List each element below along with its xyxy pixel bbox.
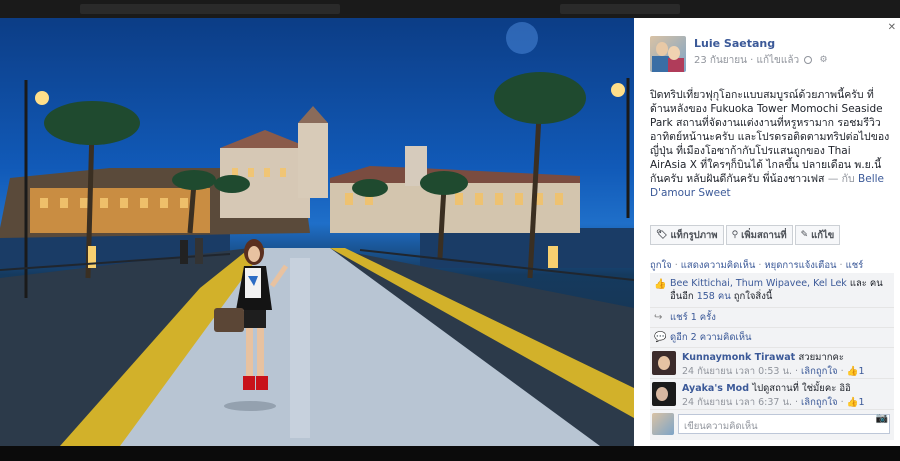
background-page-bar <box>80 4 340 14</box>
link-separator: · <box>836 260 846 271</box>
unlike-comment-link[interactable]: เลิกถูกใจ <box>801 366 838 377</box>
view-more-comments[interactable]: ดูอีก 2 ความคิดเห็น <box>670 332 752 343</box>
post-side-panel: ✕ Luie Saetang 23 กันยายน · แก้ไขแล้ว ⚙ … <box>634 18 900 446</box>
post-meta: 23 กันยายน · แก้ไขแล้ว ⚙ <box>694 53 828 68</box>
author-avatar[interactable] <box>650 36 686 72</box>
likes-summary: 👍 Bee Kittichai, Thum Wipavee, Kel Lek แ… <box>650 273 894 308</box>
comment-like-count[interactable]: 1 <box>858 397 864 408</box>
top-overlay-strip <box>0 0 900 18</box>
commenter-name: Kunnaymonk Tirawat สวยมากคะ <box>682 350 844 365</box>
commenter-avatar[interactable] <box>652 351 676 375</box>
feedback-box: 👍 Bee Kittichai, Thum Wipavee, Kel Lek แ… <box>650 273 894 440</box>
feedback-links: ถูกใจ · แสดงความคิดเห็น · หยุดการแจ้งเตื… <box>650 258 863 273</box>
viewer-avatar <box>652 413 674 435</box>
caption-with-label: — กับ <box>827 173 855 185</box>
comment-like-thumb-icon: 👍 <box>846 397 859 408</box>
background-page-bar <box>560 4 680 14</box>
photo-actions: 🏷 แท็กรูปภาพ ⚲ เพิ่มสถานที่ ✎ แก้ไข <box>650 225 842 245</box>
share-link[interactable]: แชร์ <box>846 260 864 271</box>
bottom-overlay-strip <box>0 446 900 461</box>
likes-count-link[interactable]: 158 คน <box>697 291 731 302</box>
comment-link[interactable]: แสดงความคิดเห็น <box>681 260 756 271</box>
comment-like-count[interactable]: 1 <box>858 366 864 377</box>
comment-input[interactable]: เขียนความคิดเห็น <box>678 414 890 434</box>
clock-icon <box>804 56 813 64</box>
commenter-name: Ayaka's Mod ไปดูสถานที่ ใช่มั้ยคะ อิอิ <box>682 381 851 396</box>
thumbs-up-icon: 👍 <box>654 279 667 290</box>
comment-like-thumb-icon: 👍 <box>846 366 859 377</box>
tag-photo-label: แท็กรูปภาพ <box>670 229 718 241</box>
caption-text: ปิดทริปเที่ยวฟุกุโอกะแบบสมบูรณ์ด้วยภาพนี… <box>650 89 890 185</box>
comment-text: สวยมากคะ <box>798 352 844 363</box>
tag-photo-button[interactable]: 🏷 แท็กรูปภาพ <box>650 225 724 245</box>
like-link[interactable]: ถูกใจ <box>650 260 672 271</box>
edit-label: แก้ไข <box>811 229 835 241</box>
share-icon: ↪ <box>654 312 663 323</box>
privacy-icon[interactable]: ⚙ <box>819 55 827 65</box>
comment-item: Ayaka's Mod ไปดูสถานที่ ใช่มั้ยคะ อิอิ 2… <box>650 379 894 410</box>
post-header: Luie Saetang 23 กันยายน · แก้ไขแล้ว ⚙ <box>650 36 890 76</box>
edit-button[interactable]: ✎ แก้ไข <box>794 225 841 245</box>
shares-count[interactable]: แชร์ 1 ครั้ง <box>670 312 716 323</box>
comment-meta: 24 กันยายน เวลา 0:53 น. · เลิกถูกใจ · 👍1 <box>682 366 865 377</box>
post-caption: ปิดทริปเที่ยวฟุกุโอกะแบบสมบูรณ์ด้วยภาพนี… <box>650 88 890 200</box>
comment-text: ไปดูสถานที่ ใช่มั้ยคะ อิอิ <box>752 383 851 394</box>
link-separator: · <box>671 260 681 271</box>
likes-end-text: ถูกใจสิ่งนี้ <box>730 291 773 302</box>
camera-icon[interactable]: 📷 <box>876 413 888 424</box>
photo-viewer-image[interactable] <box>0 18 634 446</box>
add-location-label: เพิ่มสถานที่ <box>741 229 787 241</box>
author-name[interactable]: Luie Saetang <box>694 37 775 50</box>
commenter-name-link[interactable]: Kunnaymonk Tirawat <box>682 352 795 363</box>
view-more-comments-row[interactable]: 💬 ดูอีก 2 ความคิดเห็น <box>650 328 894 348</box>
comment-time[interactable]: 24 กันยายน เวลา 0:53 น. <box>682 366 792 377</box>
tag-icon: 🏷 <box>656 230 668 240</box>
shares-row[interactable]: ↪ แชร์ 1 ครั้ง <box>650 308 894 328</box>
comment-meta: 24 กันยายน เวลา 6:37 น. · เลิกถูกใจ · 👍1 <box>682 397 865 408</box>
comment-item: Kunnaymonk Tirawat สวยมากคะ 24 กันยายน เ… <box>650 348 894 379</box>
commenter-name-link[interactable]: Ayaka's Mod <box>682 383 749 394</box>
night-seaside-scene <box>0 22 634 446</box>
add-location-button[interactable]: ⚲ เพิ่มสถานที่ <box>725 225 793 245</box>
unlike-comment-link[interactable]: เลิกถูกใจ <box>801 397 838 408</box>
edited-label[interactable]: แก้ไขแล้ว <box>757 55 800 66</box>
comment-time[interactable]: 24 กันยายน เวลา 6:37 น. <box>682 397 792 408</box>
comment-icon: 💬 <box>654 332 667 343</box>
comment-composer: เขียนความคิดเห็น 📷 <box>650 410 894 440</box>
pencil-icon: ✎ <box>800 230 809 240</box>
stop-notifications-link[interactable]: หยุดการแจ้งเตือน <box>764 260 836 271</box>
close-icon[interactable]: ✕ <box>888 22 896 33</box>
location-pin-icon: ⚲ <box>731 230 739 240</box>
commenter-avatar[interactable] <box>652 382 676 406</box>
likers-names[interactable]: Bee Kittichai, Thum Wipavee, Kel Lek <box>670 278 847 289</box>
post-date[interactable]: 23 กันยายน <box>694 55 747 66</box>
